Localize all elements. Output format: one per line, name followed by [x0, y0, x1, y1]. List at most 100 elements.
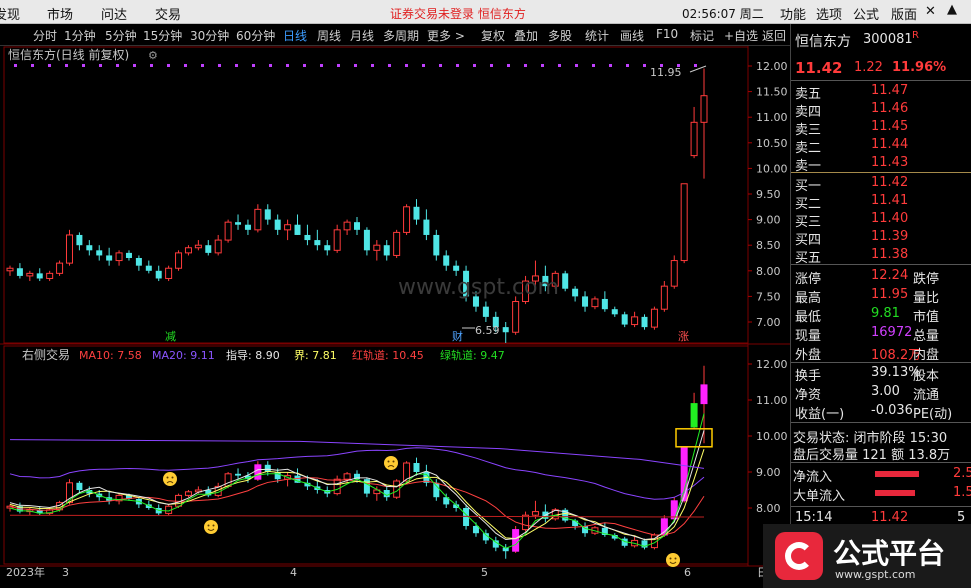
stat-2-price: 9.81 [871, 306, 900, 321]
btn-overlay[interactable]: 叠加 [514, 27, 538, 44]
tab-monthly[interactable]: 月线 [350, 27, 374, 44]
candle-body-up [700, 95, 708, 123]
y-tick-label-5: 9.50 [756, 188, 781, 201]
ind-y-tick-label-1: 11.00 [756, 394, 788, 407]
menu-options[interactable]: 选项 [816, 4, 842, 23]
tab-weekly[interactable]: 周线 [317, 27, 341, 44]
stat2-2-label: 收益(一) [795, 407, 845, 422]
ind-candle-up [254, 464, 262, 480]
x-axis-month-6: 6 [684, 566, 691, 579]
ind-y-tick-label-2: 10.00 [756, 430, 788, 443]
ind-candle-up [690, 403, 698, 428]
candle-body-down [244, 224, 251, 230]
menu-formula[interactable]: 公式 [853, 4, 879, 23]
period-toolbar: 分时 1分钟 5分钟 15分钟 30分钟 60分钟 日线 周线 月线 多周期 更… [0, 24, 790, 46]
marker-zhang[interactable]: 涨 [678, 330, 689, 343]
candle-body-up [591, 298, 599, 308]
tab-more[interactable]: 更多 > [427, 27, 465, 44]
top-dot-marker [99, 64, 102, 67]
tab-60min[interactable]: 60分钟 [236, 27, 275, 44]
tab-15min[interactable]: 15分钟 [143, 27, 182, 44]
stat-3-price: 16972 [871, 325, 913, 340]
candle-body-down [324, 245, 331, 251]
hong-track-label: 红轨道: 10.45 [352, 348, 424, 362]
kline-chart-area[interactable]: 12.00 11.50 11.00 10.50 10.00 9.50 9.00 8.50 8.0… [0, 46, 790, 588]
top-dot-marker [303, 64, 306, 67]
collapse-icon[interactable]: ▲ [947, 2, 957, 17]
candle-body-down [453, 265, 460, 271]
tab-5min[interactable]: 5分钟 [105, 27, 137, 44]
marker-jian[interactable]: 减 [165, 330, 176, 343]
ind-candle-down [413, 463, 420, 472]
top-menu-bar: 发现 市场 问达 交易 证券交易未登录 恒信东方 02:56:07 周二 功能 … [0, 0, 971, 24]
menu-trade[interactable]: 交易 [155, 4, 181, 23]
net-inflow-bar [875, 471, 919, 477]
top-dot-marker [439, 64, 442, 67]
main-chart-title: 恒信东方(日线 前复权) [8, 47, 129, 62]
candle-body-down [235, 222, 242, 225]
ind-candle-down [235, 473, 242, 476]
candle-body-up [65, 234, 73, 264]
btn-draw[interactable]: 画线 [620, 27, 644, 44]
menu-wenda[interactable]: 问达 [101, 4, 127, 23]
top-dot-marker [626, 64, 629, 67]
marker-cai[interactable]: 财 [452, 329, 463, 343]
tab-daily[interactable]: 日线 [283, 27, 307, 44]
btn-back[interactable]: 返回 [762, 27, 786, 44]
net-inflow-label: 净流入 [793, 470, 833, 485]
x-axis-month-5: 5 [481, 566, 488, 579]
top-dot-marker [592, 64, 595, 67]
login-notice[interactable]: 证券交易未登录 恒信东方 [390, 5, 526, 22]
candle-body-down [125, 252, 132, 258]
last-price: 11.42 [795, 59, 843, 77]
menu-layout[interactable]: 版面 [891, 4, 917, 23]
tab-multi-period[interactable]: 多周期 [383, 27, 419, 44]
btn-f10[interactable]: F10 [656, 27, 678, 41]
candle-body-down [354, 222, 360, 230]
tab-1min[interactable]: 1分钟 [64, 27, 96, 44]
ind-candle-down [433, 482, 440, 498]
y-tick-label-2: 11.00 [756, 111, 788, 124]
tab-30min[interactable]: 30分钟 [190, 27, 229, 44]
frown-icon-face [163, 472, 177, 486]
candle-body-down [433, 234, 440, 256]
candle-body-down [155, 270, 162, 279]
menu-discover[interactable]: 发现 [0, 4, 20, 23]
main-plot-frame [3, 46, 749, 344]
indicator-name[interactable]: 右侧交易 [22, 347, 70, 362]
y-tick-label-10: 7.00 [756, 316, 781, 329]
stat2-1-label: 净资 [795, 388, 822, 403]
ind-candle-up [522, 514, 530, 531]
candle-body-up [631, 316, 639, 326]
ask-row-0-price: 11.47 [871, 83, 909, 98]
r-mark: R [912, 30, 919, 41]
menu-function[interactable]: 功能 [780, 4, 806, 23]
close-icon[interactable]: ✕ [925, 4, 936, 19]
candle-body-up [393, 231, 401, 256]
btn-add-watchlist[interactable]: +自选 [724, 27, 758, 44]
btn-stats[interactable]: 统计 [585, 27, 609, 44]
menu-market[interactable]: 市场 [47, 4, 73, 23]
indicator-plot-frame [3, 345, 749, 565]
candle-body-down [621, 314, 628, 325]
top-dot-marker [286, 64, 289, 67]
y-tick-label-3: 10.50 [756, 137, 788, 150]
tab-fenshi[interactable]: 分时 [33, 27, 57, 44]
candle-body-up [6, 267, 14, 272]
stat2-1-price: 3.00 [871, 384, 900, 399]
ask-row-2-price: 11.45 [871, 119, 909, 134]
top-dot-marker [558, 64, 561, 67]
btn-multi-stock[interactable]: 多股 [548, 27, 572, 44]
frown-icon-face [384, 456, 398, 470]
btn-mark[interactable]: 标记 [690, 27, 714, 44]
frown-icon-eye-l [166, 476, 169, 479]
top-dot-marker [116, 64, 119, 67]
candle-body-down [264, 209, 271, 220]
kline-svg[interactable]: 12.00 11.50 11.00 10.50 10.00 9.50 9.00 8.50 8.0… [0, 46, 790, 588]
gear-icon[interactable]: ⚙ [148, 49, 158, 62]
stat2-0-label: 换手 [795, 369, 822, 384]
candle-body-up [670, 260, 678, 287]
btn-fuquan[interactable]: 复权 [481, 27, 505, 44]
net-inflow-value: 2.5 [953, 466, 971, 481]
frown-icon-eye-l [387, 460, 390, 463]
